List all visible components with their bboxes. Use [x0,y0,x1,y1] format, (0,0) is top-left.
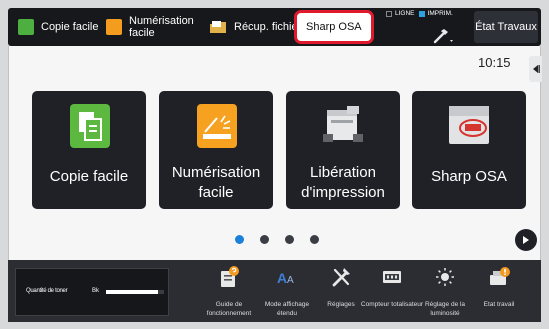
shortcut-label: Sharp OSA [306,21,362,33]
tile-numerisation-facile[interactable]: Numérisation facile [159,91,273,209]
home-screen: 10:15 Copie facile Numérisation facile L… [8,46,542,260]
maintenance-icon[interactable] [432,28,454,44]
svg-text:A: A [277,270,287,286]
job-status-icon [490,267,510,285]
toner-indicator: Quantité de toner Bk [15,268,169,316]
top-shortcut-bar: Copie facile Numérisation facile Récup. … [8,8,541,46]
chevron-left-icon [532,65,540,73]
line-status-indicator [386,10,392,17]
print-status-indicator [418,10,425,17]
shortcut-recup-fichier[interactable]: Récup. fichier [209,8,301,46]
shortcut-sharp-osa[interactable]: Sharp OSA [294,10,374,44]
bottom-system-bar: Quantité de toner Bk Guide de fonctionne… [8,260,541,322]
scan-icon [106,19,122,35]
job-status-button[interactable]: État Travaux [474,11,538,43]
line-status-label: LIGNE [395,10,415,17]
page-indicator [235,235,335,244]
toner-color-label: Bk [92,288,100,294]
tile-liberation-impression[interactable]: Libération d'impression [286,91,400,209]
counter-icon [383,271,401,283]
toner-level-fill [106,290,159,294]
total-counter-button[interactable]: Compteur totalisateur [361,260,423,322]
shortcut-numerisation-facile[interactable]: Numérisation facile [106,8,194,46]
shortcut-label: Récup. fichier [234,21,302,33]
text-size-icon: A A [277,270,294,286]
tile-label: Numérisation facile [171,164,261,201]
printer-icon [323,106,363,142]
copy-icon [18,19,34,35]
chevron-right-icon [523,236,529,244]
shortcut-copie-facile[interactable]: Copie facile [18,8,98,46]
operation-guide-button[interactable]: Guide de fonctionnement [201,260,257,322]
settings-button[interactable]: Réglages [313,260,369,322]
page-dot[interactable] [235,235,244,244]
job-status-shortcut-label: Etat travail [483,301,515,308]
svg-text:A: A [287,275,294,286]
shortcut-label: Copie facile [41,21,99,33]
tile-label: Sharp OSA [431,168,507,185]
touch-panel-screen: Copie facile Numérisation facile Récup. … [0,0,549,329]
tools-icon [332,268,350,287]
print-status-label: IMPRIM. [427,10,453,17]
device-status: LIGNE IMPRIM. [382,10,453,17]
page-dot[interactable] [285,235,294,244]
copy-icon [70,104,110,148]
toner-label: Quantité de toner [26,288,68,294]
scan-icon [197,104,237,148]
brightness-icon [436,268,454,286]
job-status-label: État Travaux [475,21,537,33]
tile-sharp-osa[interactable]: Sharp OSA [412,91,526,209]
shortcut-label: Numérisation facile [129,15,194,39]
tile-copie-facile[interactable]: Copie facile [32,91,146,209]
extended-display-button[interactable]: A A Mode affichage étendu [259,260,315,322]
page-dot[interactable] [260,235,269,244]
operation-guide-label: Guide de fonctionnement [206,301,252,317]
tile-label: Libération d'impression [301,164,385,201]
toner-level-bar [106,290,164,294]
page-dot[interactable] [310,235,319,244]
next-page-button[interactable] [515,229,537,251]
clock: 10:15 [478,55,511,70]
guide-icon [221,266,239,287]
job-status-shortcut-button[interactable]: Etat travail [471,260,527,322]
side-panel-toggle[interactable] [529,56,542,82]
brightness-button[interactable]: Réglage de la luminosité [417,260,473,322]
tile-label: Copie facile [49,168,129,185]
folder-icon [210,21,226,33]
osa-icon [449,106,489,144]
